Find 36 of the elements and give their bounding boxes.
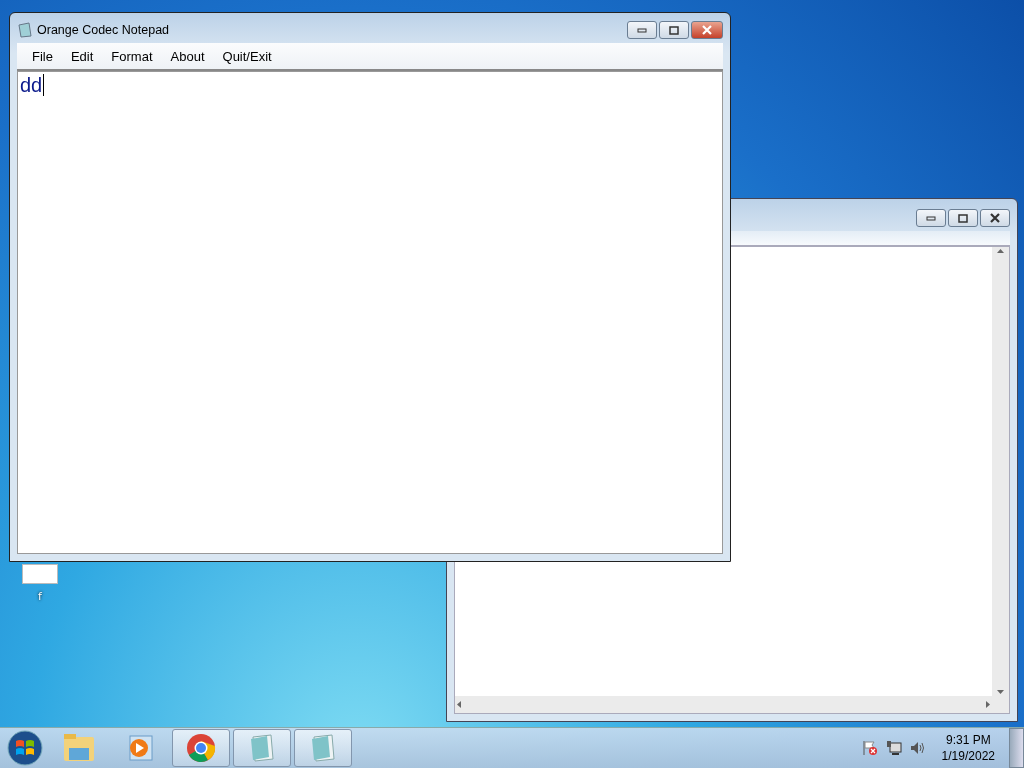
folder-icon bbox=[63, 734, 95, 762]
network-icon[interactable] bbox=[885, 740, 902, 756]
maximize-button[interactable] bbox=[659, 21, 689, 39]
volume-icon[interactable] bbox=[909, 740, 926, 756]
taskbar-button[interactable] bbox=[233, 729, 291, 767]
horizontal-scrollbar[interactable] bbox=[455, 696, 992, 713]
taskbar-button[interactable] bbox=[294, 729, 352, 767]
minimize-button[interactable] bbox=[627, 21, 657, 39]
minimize-button[interactable] bbox=[916, 209, 946, 227]
clock-date[interactable]: 1/19/2022 bbox=[941, 749, 995, 763]
show-desktop-button[interactable] bbox=[1009, 728, 1024, 768]
text-editor[interactable]: dd bbox=[17, 71, 723, 554]
chrome-icon bbox=[186, 733, 216, 763]
taskbar-button[interactable] bbox=[172, 729, 230, 767]
menu-item[interactable]: Format bbox=[102, 45, 162, 67]
maximize-icon bbox=[669, 25, 679, 35]
scroll-left-icon[interactable] bbox=[455, 700, 463, 709]
window-title: Orange Codec Notepad bbox=[37, 23, 171, 37]
menu-item[interactable]: Edit bbox=[61, 45, 103, 67]
menu-item[interactable]: Quit/Exit bbox=[213, 45, 281, 67]
vertical-scrollbar[interactable] bbox=[992, 247, 1009, 696]
menu-item[interactable]: About bbox=[161, 45, 214, 67]
notepad-icon bbox=[17, 22, 33, 38]
maximize-button[interactable] bbox=[948, 209, 978, 227]
minimize-icon bbox=[926, 215, 936, 221]
close-icon bbox=[701, 25, 713, 35]
editor-text: dd bbox=[20, 74, 45, 96]
close-button[interactable] bbox=[980, 209, 1010, 227]
maximize-icon bbox=[958, 213, 968, 223]
menu-item[interactable]: File bbox=[23, 45, 62, 67]
media-player-icon bbox=[126, 734, 154, 762]
minimize-icon bbox=[637, 27, 647, 33]
close-button[interactable] bbox=[691, 21, 723, 39]
flag-icon[interactable] bbox=[861, 740, 878, 756]
close-icon bbox=[989, 213, 1001, 223]
clock-time[interactable]: 9:31 PM bbox=[945, 733, 991, 747]
